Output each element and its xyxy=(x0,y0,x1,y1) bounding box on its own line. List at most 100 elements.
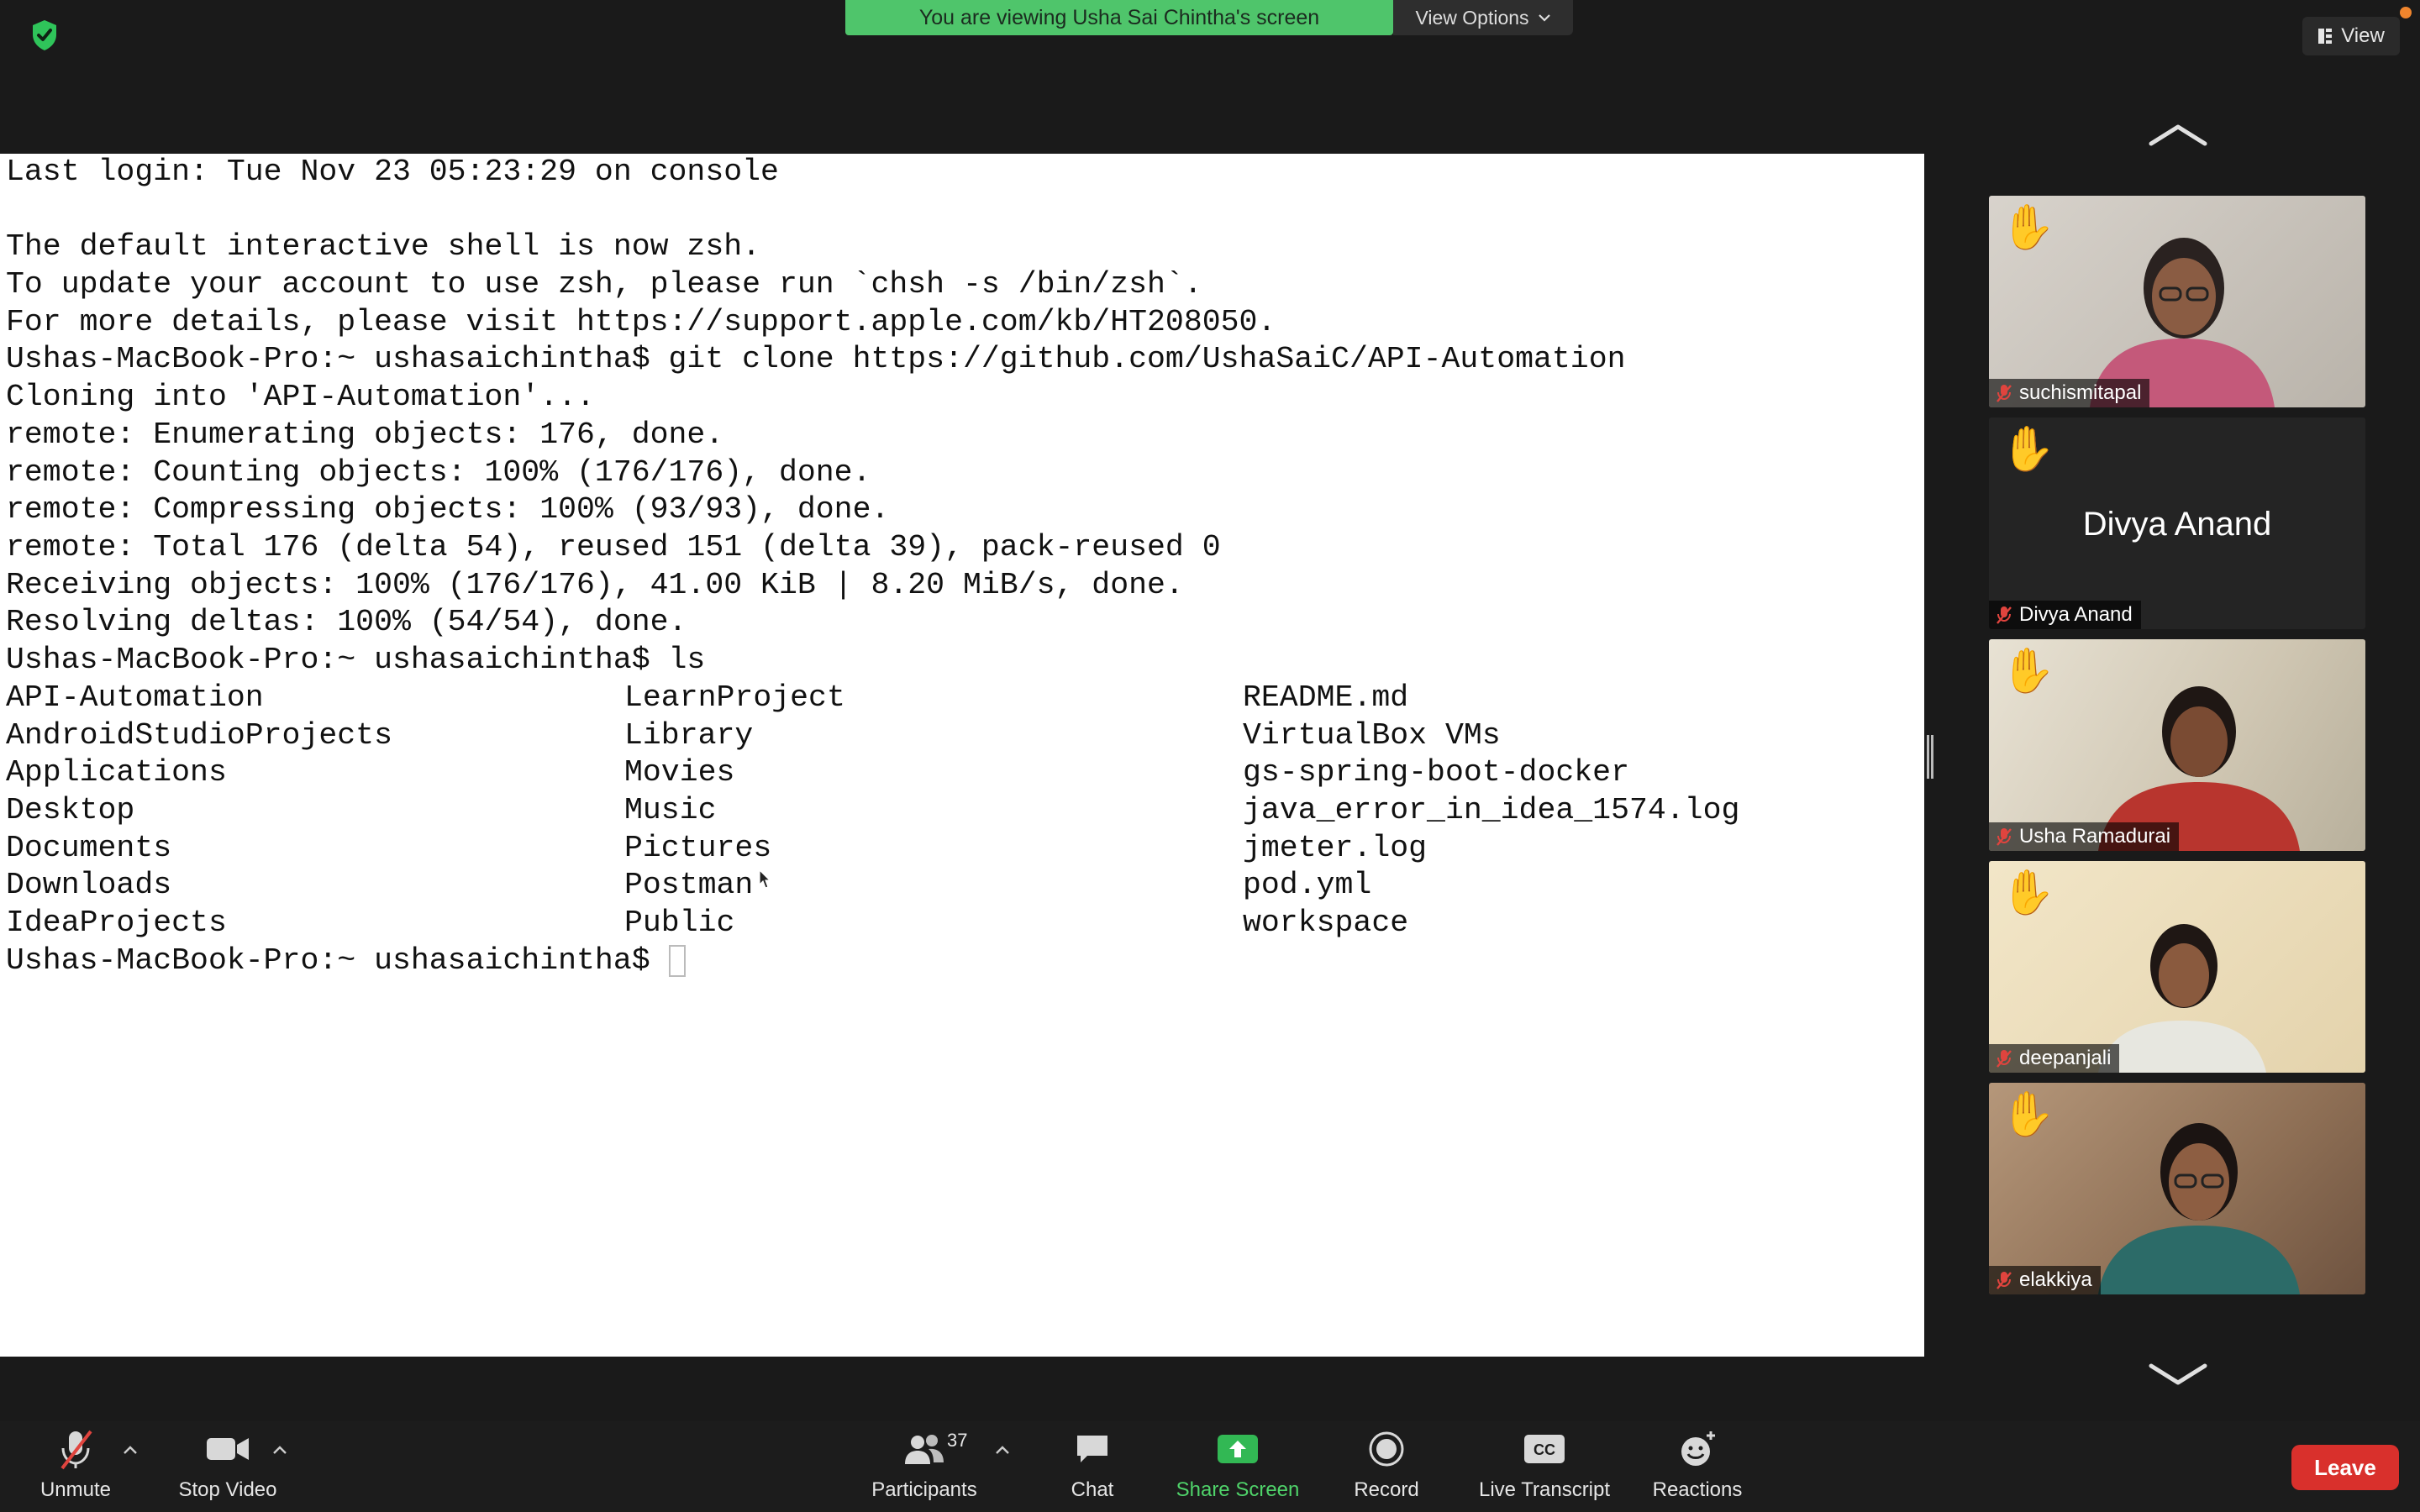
raised-hand-icon: ✋ xyxy=(2001,203,2055,252)
terminal-line: Ushas-MacBook-Pro:~ ushasaichintha$ git … xyxy=(6,342,1626,377)
reactions-button[interactable]: Reactions xyxy=(1647,1428,1748,1502)
notification-dot xyxy=(2400,7,2412,18)
ls-entry: IdeaProjects xyxy=(6,906,227,941)
share-screen-icon xyxy=(1218,1435,1258,1463)
leave-button[interactable]: Leave xyxy=(2291,1445,2399,1490)
terminal-line: remote: Enumerating objects: 176, done. xyxy=(6,417,724,452)
participant-name-tag: elakkiya xyxy=(1989,1266,2101,1294)
ls-entry: LearnProject xyxy=(624,680,845,715)
ls-entry: API-Automation xyxy=(6,680,264,715)
muted-mic-icon xyxy=(1996,385,2012,402)
ls-entry: Library xyxy=(624,717,754,753)
final-prompt-text: Ushas-MacBook-Pro:~ ushasaichintha$ xyxy=(6,943,650,978)
ls-entry: VirtualBox VMs xyxy=(1243,717,1501,753)
chat-bubble-icon xyxy=(1077,1436,1107,1462)
muted-mic-icon xyxy=(60,1430,92,1470)
view-options-button[interactable]: View Options xyxy=(1393,0,1573,35)
live-transcript-label: Live Transcript xyxy=(1478,1478,1611,1501)
panel-resize-handle[interactable] xyxy=(1927,735,1933,779)
muted-mic-icon xyxy=(1996,1050,2012,1068)
muted-mic-icon xyxy=(1996,828,2012,846)
terminal-line: Cloning into 'API-Automation'... xyxy=(6,380,595,415)
ls-entry: README.md xyxy=(1243,680,1409,715)
viewing-screen-banner: You are viewing Usha Sai Chintha's scree… xyxy=(845,0,1393,35)
live-transcript-button[interactable]: CC Live Transcript xyxy=(1470,1428,1618,1502)
ls-entry: java_error_in_idea_1574.log xyxy=(1243,793,1740,828)
participant-tile-elakkiya[interactable]: ✋ elakkiya xyxy=(1989,1083,2365,1294)
participant-name-tag: suchismitapal xyxy=(1989,379,2150,407)
svg-text:CC: CC xyxy=(1534,1441,1555,1458)
participant-tile-usha-ramadurai[interactable]: ✋ Usha Ramadurai xyxy=(1989,639,2365,851)
stop-video-label: Stop Video xyxy=(178,1478,277,1501)
ls-entry: pod.yml xyxy=(1243,868,1372,903)
reactions-smiley-icon xyxy=(1681,1431,1715,1466)
audio-options-caret-icon[interactable] xyxy=(123,1445,138,1455)
raised-hand-icon: ✋ xyxy=(2001,647,2055,696)
muted-mic-icon xyxy=(1996,606,2012,624)
leave-label: Leave xyxy=(2314,1454,2376,1480)
participants-count: 37 xyxy=(947,1430,968,1451)
raised-hand-icon: ✋ xyxy=(2001,425,2055,474)
ls-entry: AndroidStudioProjects xyxy=(6,717,392,753)
participant-name: elakkiya xyxy=(2019,1268,2092,1291)
chat-label: Chat xyxy=(1071,1478,1114,1501)
participant-name-tag: Usha Ramadurai xyxy=(1989,822,2180,851)
view-options-label: View Options xyxy=(1415,6,1529,29)
participant-tile-divya-anand[interactable]: ✋ Divya Anand Divya Anand xyxy=(1989,417,2365,629)
share-screen-label: Share Screen xyxy=(1176,1478,1300,1501)
stop-video-button[interactable]: Stop Video xyxy=(173,1428,282,1502)
participants-label: Participants xyxy=(871,1478,977,1501)
terminal-prompt: Ushas-MacBook-Pro:~ ushasaichintha$ xyxy=(6,942,686,980)
participant-name-tag: deepanjali xyxy=(1989,1044,2120,1073)
record-button[interactable]: Record xyxy=(1344,1428,1428,1502)
terminal-line: Receiving objects: 100% (176/176), 41.00… xyxy=(6,567,1184,602)
video-options-caret-icon[interactable] xyxy=(272,1445,287,1455)
mouse-pointer-icon xyxy=(759,869,771,889)
ls-entry: Postman xyxy=(624,868,754,903)
terminal-line: Resolving deltas: 100% (54/54), done. xyxy=(6,605,687,640)
ls-entry: jmeter.log xyxy=(1243,830,1428,865)
ls-entry: Public xyxy=(624,906,735,941)
terminal-line: The default interactive shell is now zsh… xyxy=(6,229,761,265)
ls-entry: Pictures xyxy=(624,830,772,865)
participants-button[interactable]: 37 Participants xyxy=(865,1428,983,1502)
ls-entry: Downloads xyxy=(6,868,172,903)
unmute-button[interactable]: Unmute xyxy=(34,1428,118,1502)
ls-column-1: API-Automation AndroidStudioProjects Appli… xyxy=(6,680,392,942)
video-camera-icon xyxy=(207,1438,249,1460)
record-label: Record xyxy=(1354,1478,1419,1501)
terminal-cursor xyxy=(668,945,686,978)
terminal-line: To update your account to use zsh, pleas… xyxy=(6,267,1202,302)
participants-options-caret-icon[interactable] xyxy=(995,1445,1010,1455)
participants-icon xyxy=(905,1435,944,1464)
record-icon xyxy=(1369,1431,1404,1467)
participant-video-figure xyxy=(2098,1123,2300,1294)
chat-button[interactable]: Chat xyxy=(1050,1428,1134,1502)
terminal-line: remote: Counting objects: 100% (176/176)… xyxy=(6,454,871,490)
terminal-line: For more details, please visit https://s… xyxy=(6,304,1276,339)
terminal-line: Last login: Tue Nov 23 05:23:29 on conso… xyxy=(6,155,779,189)
ls-entry: gs-spring-boot-docker xyxy=(1243,755,1629,790)
muted-mic-icon xyxy=(1996,1272,2012,1289)
ls-entry: Music xyxy=(624,793,717,828)
shared-screen-terminal[interactable]: Last login: Tue Nov 23 05:23:29 on conso… xyxy=(0,154,1924,1357)
raised-hand-icon: ✋ xyxy=(2001,869,2055,917)
participant-name-tag: Divya Anand xyxy=(1989,601,2141,629)
participant-name: Divya Anand xyxy=(2019,603,2133,626)
ls-column-3: README.md VirtualBox VMs gs-spring-boot-do… xyxy=(1243,680,1739,942)
security-shield-icon[interactable] xyxy=(30,18,59,52)
closed-captions-icon: CC xyxy=(1524,1435,1565,1463)
participant-name: deepanjali xyxy=(2019,1047,2112,1069)
participant-tile-deepanjali[interactable]: ✋ deepanjali xyxy=(1989,861,2365,1073)
participant-tile-suchismitapal[interactable]: ✋ suchismitapal xyxy=(1989,196,2365,407)
participant-display-name: Divya Anand xyxy=(2082,506,2272,543)
view-button[interactable]: View xyxy=(2302,17,2400,55)
viewing-banner-text: You are viewing Usha Sai Chintha's scree… xyxy=(918,5,1320,29)
chevron-down-icon[interactable] xyxy=(2148,1362,2208,1388)
terminal-line: Ushas-MacBook-Pro:~ ushasaichintha$ ls xyxy=(6,642,706,677)
reactions-label: Reactions xyxy=(1652,1478,1743,1501)
chevron-up-icon[interactable] xyxy=(2148,122,2208,147)
share-screen-button[interactable]: Share Screen xyxy=(1168,1428,1307,1502)
terminal-output: Last login: Tue Nov 23 05:23:29 on conso… xyxy=(6,154,1626,680)
